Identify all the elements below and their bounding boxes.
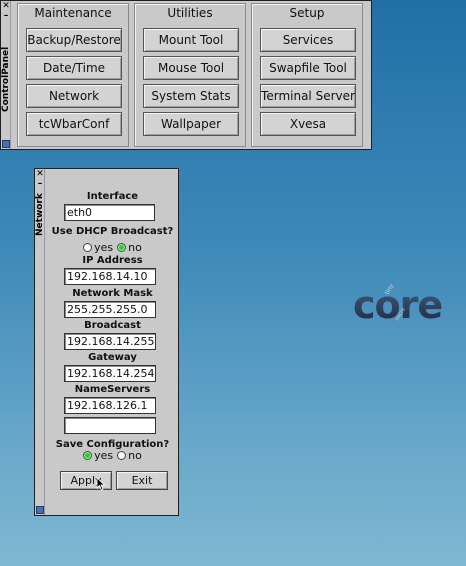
network-window: ✕ – Network Interface eth0 Use DHCP Broa… [34,168,179,516]
gateway-label: Gateway [88,352,137,363]
backup-restore-button[interactable]: Backup/Restore [26,28,122,52]
save-no-radio[interactable] [117,451,127,460]
utilities-header: Utilities [167,6,213,20]
mouse-tool-button[interactable]: Mouse Tool [143,56,239,80]
dhcp-no-label: no [128,241,142,254]
setup-column: Setup Services Swapfile Tool Terminal Se… [251,3,363,147]
save-yes-option[interactable]: yes [83,449,113,462]
save-radio-group: yes no [47,449,178,462]
save-yes-label: yes [94,449,114,462]
ip-address-field[interactable]: 192.168.14.10 [64,268,156,285]
mount-tool-button[interactable]: Mount Tool [143,28,239,52]
terminal-server-button[interactable]: Terminal Server [260,84,356,108]
utilities-column: Utilities Mount Tool Mouse Tool System S… [134,3,246,147]
gateway-field[interactable]: 192.168.14.254 [64,365,156,382]
control-panel-window: ✕ – ControlPanel Maintenance Backup/Rest… [0,0,372,150]
save-no-option[interactable]: no [117,449,142,462]
network-titlebar[interactable]: ✕ – Network [35,169,45,515]
interface-label: Interface [86,191,139,202]
broadcast-label: Broadcast [84,320,141,331]
date-time-button[interactable]: Date/Time [26,56,122,80]
services-button[interactable]: Services [260,28,356,52]
nameserver-2-field[interactable] [64,417,156,434]
dhcp-yes-option[interactable]: yes [83,241,113,254]
window-menu-icon[interactable] [2,140,10,148]
save-yes-radio[interactable] [83,451,93,460]
network-form: Interface eth0 Use DHCP Broadcast? yes n… [47,169,178,515]
dhcp-radio-group: yes no [47,241,178,254]
tcwbarconf-button[interactable]: tcWbarConf [26,112,122,136]
exit-button[interactable]: Exit [116,471,168,490]
maintenance-column: Maintenance Backup/Restore Date/Time Net… [17,3,129,147]
tinycore-logo: core tiny micro [353,283,443,327]
nameserver-1-field[interactable]: 192.168.126.1 [64,397,156,414]
maintenance-header: Maintenance [34,6,112,20]
network-mask-label: Network Mask [72,288,153,299]
setup-header: Setup [289,6,325,20]
wallpaper-button[interactable]: Wallpaper [143,112,239,136]
minimize-icon[interactable]: – [35,180,45,190]
dhcp-no-radio[interactable] [117,243,127,252]
network-button[interactable]: Network [26,84,122,108]
minimize-icon[interactable]: – [1,12,11,22]
save-no-label: no [128,449,142,462]
dhcp-no-option[interactable]: no [117,241,142,254]
xvesa-button[interactable]: Xvesa [260,112,356,136]
dhcp-label: Use DHCP Broadcast? [51,226,174,237]
broadcast-field[interactable]: 192.168.14.255 [64,333,156,350]
network-mask-field[interactable]: 255.255.255.0 [64,301,156,318]
interface-field[interactable]: eth0 [64,204,155,221]
dhcp-yes-label: yes [94,241,114,254]
ip-address-label: IP Address [82,255,143,266]
window-title: ControlPanel [1,46,11,112]
swapfile-tool-button[interactable]: Swapfile Tool [260,56,356,80]
dhcp-yes-radio[interactable] [83,243,93,252]
window-menu-icon[interactable] [36,506,44,514]
window-title: Network [35,193,45,237]
system-stats-button[interactable]: System Stats [143,84,239,108]
control-panel-titlebar[interactable]: ✕ – ControlPanel [1,1,11,149]
mouse-cursor-icon [96,477,106,491]
nameservers-label: NameServers [74,384,151,395]
